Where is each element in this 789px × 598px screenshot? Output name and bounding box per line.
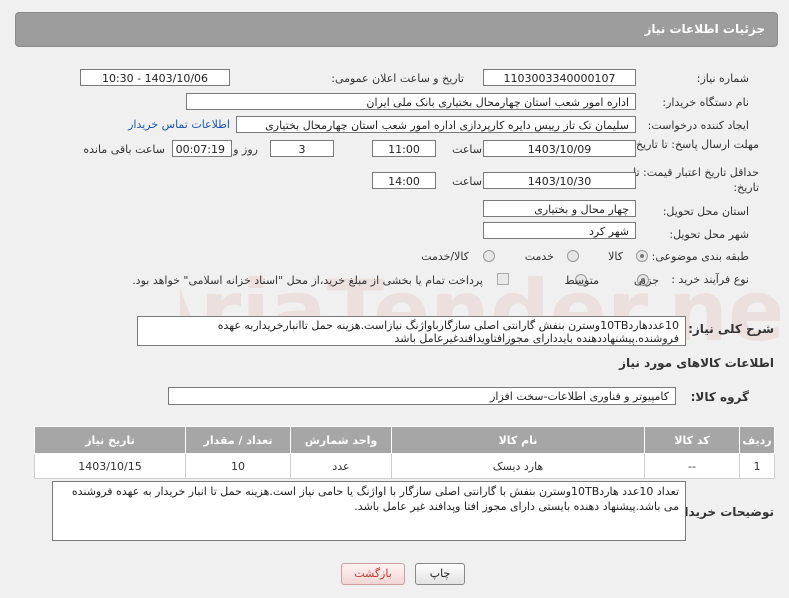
reply-days-field: 3 <box>270 140 334 157</box>
purchase-option-minor: جزیی <box>633 274 659 287</box>
need-number-field: 1103003340000107 <box>483 69 636 86</box>
general-desc-label: شرح کلی نیاز: <box>688 322 774 336</box>
announce-datetime-field: 1403/10/06 - 10:30 <box>80 69 230 86</box>
delivery-province-field: چهار محال و بختیاری <box>483 200 636 217</box>
goods-table-header: ردیف کد کالا نام کالا واحد شمارش تعداد /… <box>34 426 775 454</box>
validity-time-field: 14:00 <box>372 172 436 189</box>
days-and-label: روز و <box>233 143 258 156</box>
panel-title: جزئیات اطلاعات نیاز <box>644 22 765 36</box>
treasury-payment-note: پرداخت تمام یا بخشی از مبلغ خرید،از محل … <box>132 274 483 287</box>
cell-row-number: 1 <box>739 453 775 479</box>
purchase-type-label: نوع فرآیند خرید : <box>671 273 749 286</box>
buyer-notes-text: تعداد 10عدد هارد10TBوسترن بنفش با گارانت… <box>52 481 686 541</box>
cell-quantity: 10 <box>185 453 291 479</box>
cell-need-date: 1403/10/15 <box>34 453 186 479</box>
validity-time-label: ساعت <box>452 175 482 188</box>
table-row: 1 -- هارد دیسک عدد 10 1403/10/15 <box>34 453 775 479</box>
reply-deadline-label: مهلت ارسال پاسخ: تا تاریخ: <box>632 138 759 151</box>
general-desc-text: 10عددهارد10TBوسترن بنفش گارانتی اصلی ساز… <box>137 316 686 346</box>
cell-goods-name: هارد دیسک <box>391 453 645 479</box>
goods-info-heading: اطلاعات کالاهای مورد نیاز <box>619 356 774 370</box>
subject-radio-goods-service[interactable] <box>483 250 495 262</box>
buyer-contact-link[interactable]: اطلاعات تماس خریدار <box>128 118 230 131</box>
col-unit: واحد شمارش <box>290 426 392 454</box>
purchase-option-medium: متوسط <box>564 274 599 287</box>
col-row-number: ردیف <box>739 426 775 454</box>
back-button[interactable]: بازگشت <box>341 563 405 585</box>
delivery-city-label: شهر محل تحویل: <box>669 228 749 241</box>
announce-datetime-label: تاریخ و ساعت اعلان عمومی: <box>331 72 464 85</box>
goods-group-field: کامپیوتر و فناوری اطلاعات-سخت افزار <box>168 387 676 405</box>
validity-date-field: 1403/10/30 <box>483 172 636 189</box>
subject-option-service: خدمت <box>524 250 554 263</box>
cell-goods-code: -- <box>644 453 740 479</box>
delivery-province-label: استان محل تحویل: <box>662 205 749 218</box>
col-need-date: تاریخ نیاز <box>34 426 186 454</box>
reply-date-field: 1403/10/09 <box>483 140 636 157</box>
details-panel-header: جزئیات اطلاعات نیاز <box>15 12 778 47</box>
col-quantity: تعداد / مقدار <box>185 426 291 454</box>
buyer-org-field: اداره امور شعب استان چهارمحال بختیاری با… <box>186 93 636 110</box>
cell-unit: عدد <box>290 453 392 479</box>
subject-option-goods: کالا <box>608 250 623 263</box>
treasury-payment-checkbox[interactable] <box>497 273 509 285</box>
reply-time-label: ساعت <box>452 143 482 156</box>
col-goods-code: کد کالا <box>644 426 740 454</box>
col-goods-name: نام کالا <box>391 426 645 454</box>
remaining-label: ساعت باقی مانده <box>83 143 165 156</box>
subject-radio-goods[interactable] <box>636 250 648 262</box>
subject-radio-service[interactable] <box>567 250 579 262</box>
buyer-notes-label: توضیحات خریدار: <box>672 505 774 519</box>
buyer-org-label: نام دستگاه خریدار: <box>662 96 749 109</box>
subject-class-label: طبقه بندی موضوعی: <box>651 250 749 263</box>
remaining-time-field: 00:07:19 <box>172 140 232 157</box>
requester-field: سلیمان تک تاز رییس دایره کارپردازی اداره… <box>236 116 636 133</box>
subject-option-goods-service: کالا/خدمت <box>421 250 469 263</box>
goods-group-label: گروه کالا: <box>690 390 749 404</box>
goods-table: ردیف کد کالا نام کالا واحد شمارش تعداد /… <box>34 426 775 479</box>
requester-label: ایجاد کننده درخواست: <box>647 119 749 132</box>
delivery-city-field: شهر کرد <box>483 222 636 239</box>
reply-time-field: 11:00 <box>372 140 436 157</box>
print-button[interactable]: چاپ <box>415 563 465 585</box>
price-validity-label: حداقل تاریخ اعتبار قیمت: تا تاریخ: <box>633 166 759 194</box>
need-number-label: شماره نیاز: <box>696 72 749 85</box>
